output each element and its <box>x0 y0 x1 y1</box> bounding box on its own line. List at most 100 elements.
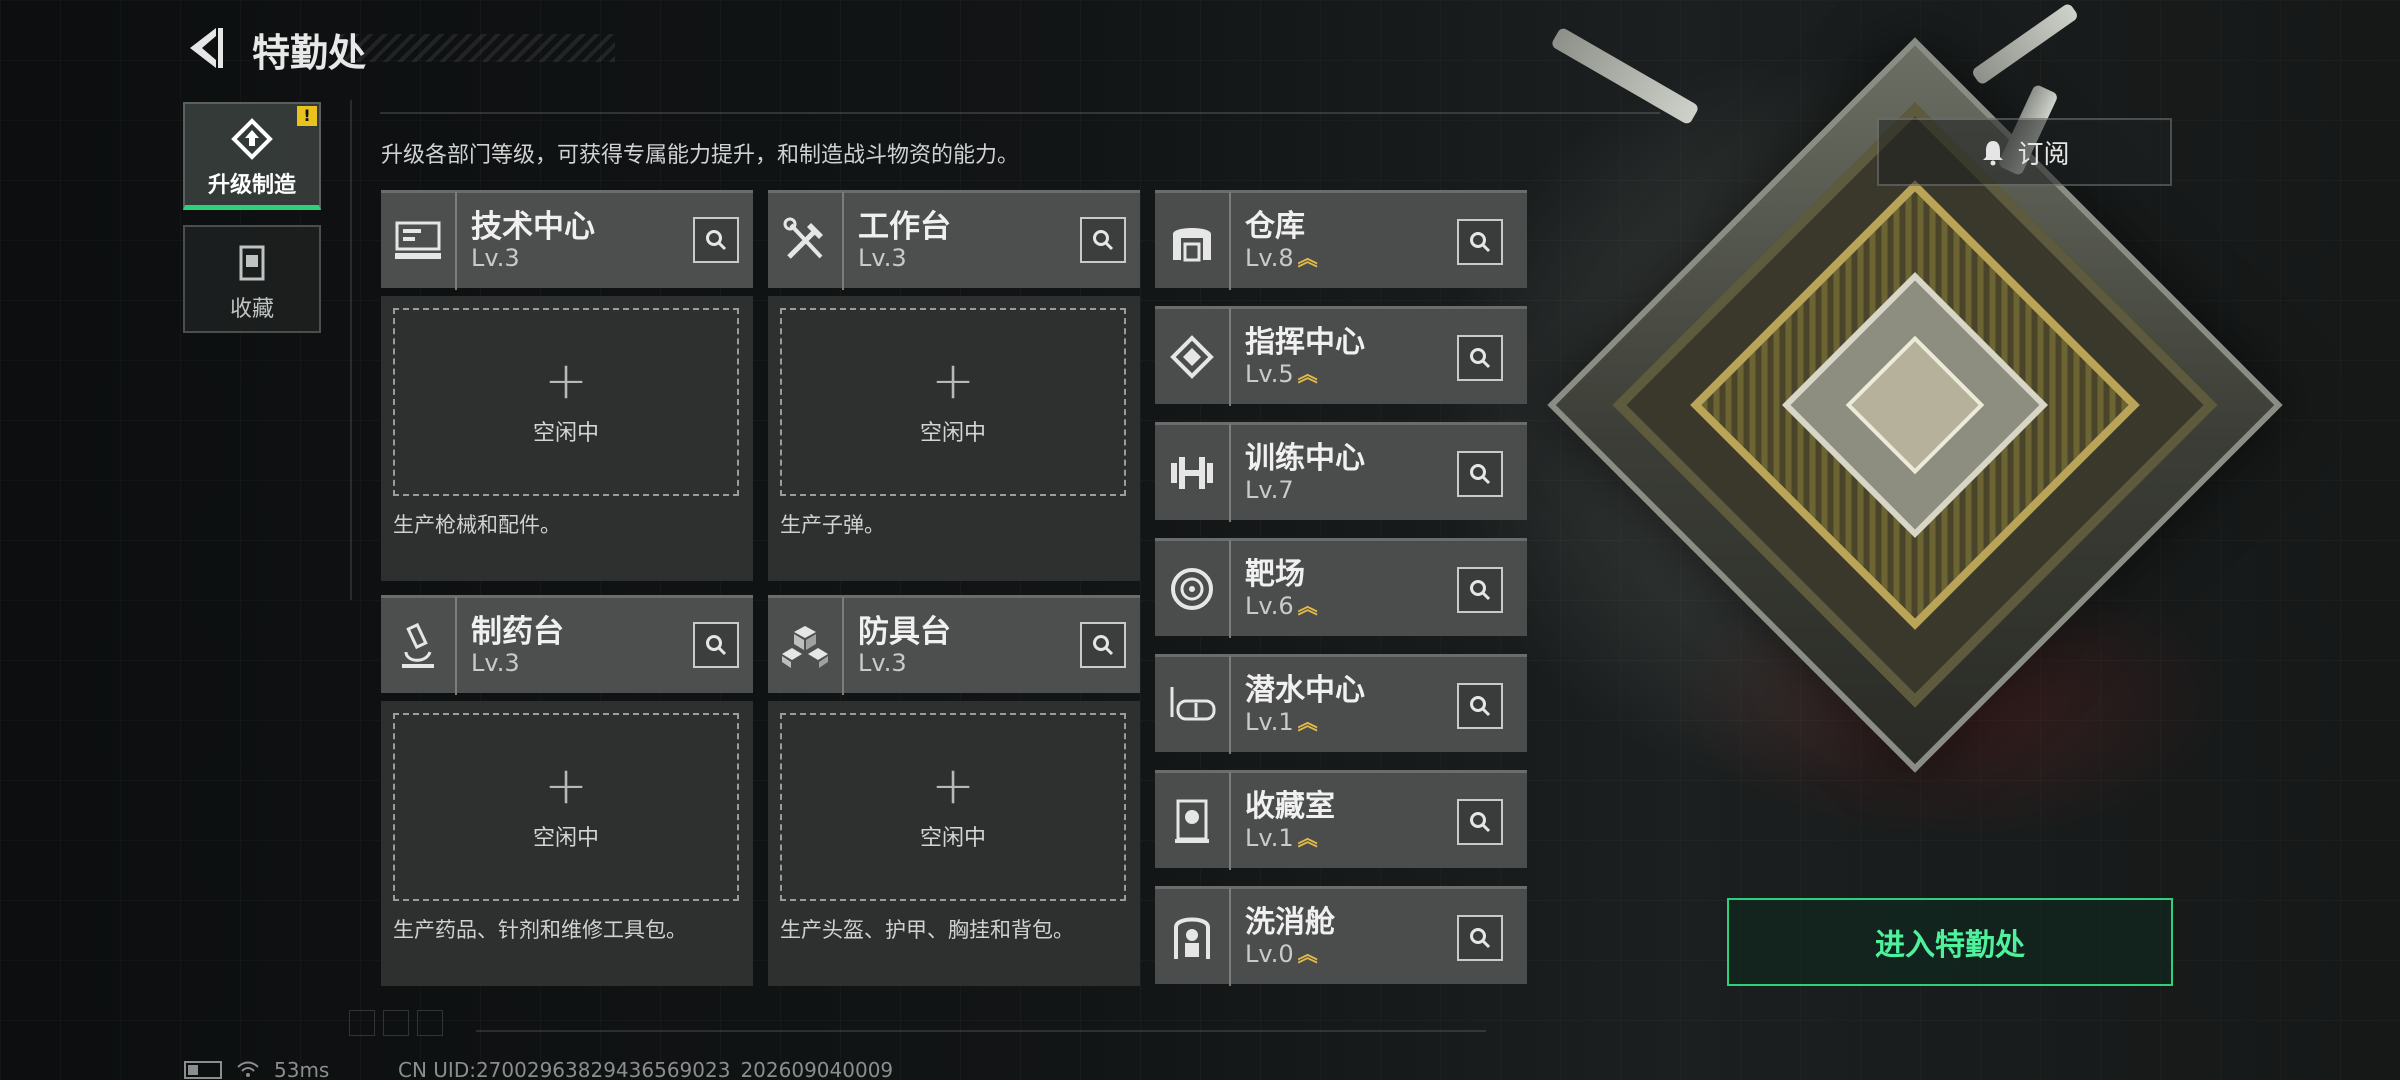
search-button[interactable] <box>1457 335 1503 381</box>
search-icon <box>1093 635 1114 656</box>
production-slot[interactable]: + 空闲中 <box>393 308 739 496</box>
facility-name: 潜水中心 <box>1245 672 1365 708</box>
facility-card-header[interactable]: 防具台 Lv.3 <box>768 595 1140 695</box>
facility-card-header[interactable]: 工作台 Lv.3 <box>768 190 1140 290</box>
search-button[interactable] <box>1080 622 1126 668</box>
upgrade-arrow-icon: ︽ <box>1297 941 1318 966</box>
facility-item-diving-center[interactable]: 潜水中心 Lv.1 ︽ <box>1155 654 1527 754</box>
search-icon <box>1470 696 1491 717</box>
search-icon <box>1093 230 1114 251</box>
facility-card-header[interactable]: 制药台 Lv.3 <box>381 595 753 695</box>
armor-cubes-icon <box>782 625 828 668</box>
decoration <box>476 1030 1486 1032</box>
search-icon <box>1470 464 1491 485</box>
facility-item-command-center[interactable]: 指挥中心 Lv.5 ︽ <box>1155 306 1527 406</box>
search-button[interactable] <box>1457 219 1503 265</box>
upgrade-arrow-icon: ︽ <box>1297 593 1318 618</box>
facility-level: Lv.1 <box>1245 707 1294 736</box>
search-button[interactable] <box>693 622 739 668</box>
bell-icon <box>1983 141 2004 166</box>
facility-name: 工作台 <box>858 208 951 245</box>
facility-description: 生产头盔、护甲、胸挂和背包。 <box>780 918 1074 942</box>
facility-item-decontamination-pod[interactable]: 洗消舱 Lv.0 ︽ <box>1155 886 1527 986</box>
facility-name: 仓库 <box>1245 208 1305 244</box>
page-title: 特勤处 <box>252 31 367 75</box>
warehouse-icon <box>1173 227 1211 261</box>
tools-icon <box>783 217 823 259</box>
plus-icon: + <box>544 756 588 816</box>
search-button[interactable] <box>1080 217 1126 263</box>
subscribe-label: 订阅 <box>2017 139 2070 170</box>
enter-special-ops-button[interactable]: 进入特勤处 <box>1727 898 2173 986</box>
search-button[interactable] <box>1457 799 1503 845</box>
slot-status: 空闲中 <box>532 826 599 851</box>
dumbbell-icon <box>1171 456 1213 489</box>
facility-name: 技术中心 <box>471 208 595 245</box>
subscribe-button[interactable]: 订阅 <box>1877 118 2172 186</box>
facility-item-shooting-range[interactable]: 靶场 Lv.6 ︽ <box>1155 538 1527 638</box>
plus-icon: + <box>544 351 588 411</box>
target-icon <box>1171 567 1213 610</box>
facility-description: 生产枪械和配件。 <box>393 513 561 537</box>
collection-case-icon <box>239 245 265 281</box>
facility-level: Lv.3 <box>471 648 520 677</box>
nav-collection-label: 收藏 <box>229 297 274 322</box>
facility-item-training-center[interactable]: 训练中心 Lv.7 <box>1155 422 1527 522</box>
facility-description: 生产子弹。 <box>780 513 885 537</box>
facility-name: 训练中心 <box>1245 440 1365 476</box>
facility-level: Lv.5 <box>1245 359 1294 388</box>
decontamination-icon <box>1174 917 1210 959</box>
production-panel: + 空闲中 生产头盔、护甲、胸挂和背包。 <box>768 701 1140 986</box>
facility-level: Lv.3 <box>858 648 907 677</box>
section-description: 升级各部门等级，可获得专属能力提升，和制造战斗物资的能力。 <box>381 143 1020 168</box>
facility-card-tech-center: 技术中心 Lv.3 + 空闲中 生产枪械和配件。 <box>381 190 753 581</box>
back-arrow-icon[interactable] <box>186 26 226 70</box>
nav-upgrade-label: 升级制造 <box>207 173 296 198</box>
search-button[interactable] <box>1457 567 1503 613</box>
facility-name: 制药台 <box>471 613 564 650</box>
facility-level: Lv.7 <box>1245 475 1294 504</box>
facility-level: Lv.3 <box>858 243 907 272</box>
production-slot[interactable]: + 空闲中 <box>393 713 739 901</box>
slot-status: 空闲中 <box>919 421 986 446</box>
user-uid: CN UID:27002963829436569023_202609040009 <box>398 1058 894 1080</box>
facility-card-workbench: 工作台 Lv.3 + 空闲中 生产子弹。 <box>768 190 1140 581</box>
facility-item-warehouse[interactable]: 仓库 Lv.8 ︽ <box>1155 190 1527 290</box>
facility-level: Lv.3 <box>471 243 520 272</box>
slot-status: 空闲中 <box>532 421 599 446</box>
upgrade-arrow-icon: ︽ <box>1297 709 1318 734</box>
status-bar: 53ms <box>184 1058 329 1080</box>
facility-card-header[interactable]: 技术中心 Lv.3 <box>381 190 753 290</box>
diving-mask-icon <box>1170 686 1216 720</box>
decoration <box>349 1010 443 1036</box>
production-panel: + 空闲中 生产药品、针剂和维修工具包。 <box>381 701 753 986</box>
ping-value: 53ms <box>274 1058 330 1080</box>
chip-icon <box>1170 334 1214 379</box>
production-panel: + 空闲中 生产子弹。 <box>768 296 1140 581</box>
battery-icon <box>184 1061 222 1079</box>
search-button[interactable] <box>1457 683 1503 729</box>
production-slot[interactable]: + 空闲中 <box>780 713 1126 901</box>
facility-name: 防具台 <box>858 613 951 650</box>
search-button[interactable] <box>1457 451 1503 497</box>
facility-item-collection-room[interactable]: 收藏室 Lv.1 ︽ <box>1155 770 1527 870</box>
slot-status: 空闲中 <box>919 826 986 851</box>
search-icon <box>706 635 727 656</box>
facility-description: 生产药品、针剂和维修工具包。 <box>393 918 687 942</box>
search-button[interactable] <box>693 217 739 263</box>
search-button[interactable] <box>1457 915 1503 961</box>
search-icon <box>1470 348 1491 369</box>
upgrade-arrow-icon: ︽ <box>1297 825 1318 850</box>
facility-level: Lv.6 <box>1245 591 1294 620</box>
nav-collection[interactable]: 收藏 <box>183 225 321 333</box>
search-icon <box>1470 232 1491 253</box>
facility-card-armor-bench: 防具台 Lv.3 + 空闲中 生产头盔、护甲、胸挂和背包。 <box>768 595 1140 986</box>
title-decoration <box>340 34 615 62</box>
upgrade-arrow-icon: ︽ <box>1297 361 1318 386</box>
plus-icon: + <box>931 756 975 816</box>
wifi-icon <box>237 1061 259 1077</box>
facility-level: Lv.1 <box>1245 823 1294 852</box>
production-slot[interactable]: + 空闲中 <box>780 308 1126 496</box>
nav-upgrade-manufacture[interactable]: ! 升级制造 <box>183 102 321 210</box>
upgrade-icon <box>231 118 273 160</box>
